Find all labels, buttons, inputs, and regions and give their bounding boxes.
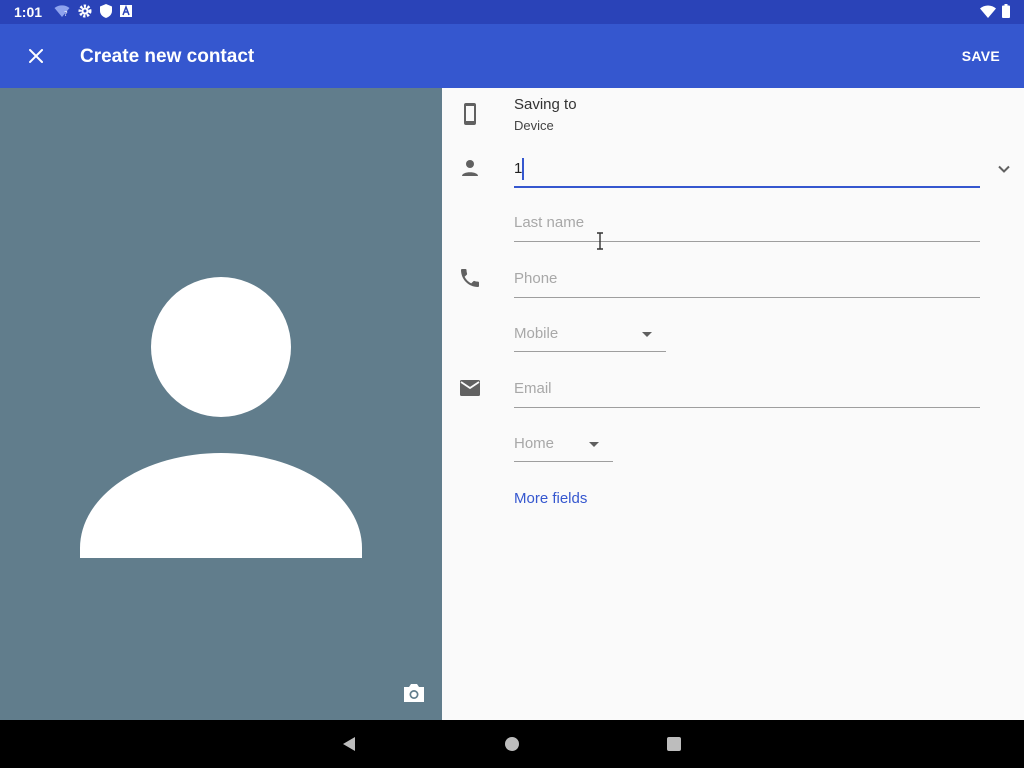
page-title: Create new contact [80, 46, 255, 67]
wifi-question-icon: ? [54, 5, 70, 18]
a-icon [120, 5, 132, 17]
first-name-field[interactable]: 1 [514, 158, 980, 188]
email-icon [460, 380, 480, 396]
status-icons-left: ? [54, 4, 132, 18]
status-time: 1:01 [14, 4, 43, 20]
close-icon [29, 49, 43, 63]
text-caret [522, 158, 524, 180]
status-bar: 1:01 ? [0, 0, 1024, 24]
dropdown-arrow-icon [642, 332, 652, 337]
last-name-placeholder: Last name [514, 214, 585, 231]
contact-photo-panel[interactable] [0, 88, 442, 720]
app-bar: Create new contact SAVE [0, 24, 1024, 88]
email-placeholder: Email [514, 380, 552, 397]
back-icon[interactable] [341, 736, 357, 752]
more-fields-button[interactable]: More fields [514, 490, 587, 507]
email-field[interactable]: Email [514, 378, 980, 408]
avatar-head [151, 277, 291, 417]
close-button[interactable] [20, 40, 52, 72]
phone-placeholder: Phone [514, 270, 558, 287]
chevron-down-icon[interactable] [996, 161, 1012, 177]
phone-device-icon [464, 103, 476, 125]
settings-icon [78, 4, 92, 18]
phone-field[interactable]: Phone [514, 268, 980, 298]
saving-to-account[interactable]: Device [514, 118, 554, 133]
camera-icon[interactable] [402, 682, 426, 704]
last-name-field[interactable]: Last name [514, 212, 980, 242]
email-type-label: Home [514, 435, 555, 452]
shield-icon [100, 4, 112, 18]
email-type-select[interactable]: Home [514, 432, 613, 462]
svg-text:?: ? [64, 10, 68, 18]
home-icon[interactable] [505, 737, 519, 751]
navigation-bar [0, 720, 1024, 768]
saving-to-label: Saving to [514, 96, 577, 113]
dropdown-arrow-icon [589, 442, 599, 447]
avatar-body [80, 453, 362, 558]
battery-icon [1002, 4, 1010, 18]
phone-icon [461, 269, 479, 287]
save-button[interactable]: SAVE [962, 48, 1000, 64]
status-icons-right [980, 4, 1010, 18]
wifi-icon [980, 4, 996, 18]
phone-type-label: Mobile [514, 325, 559, 342]
person-icon [462, 160, 478, 176]
text-select-cursor-icon [597, 232, 603, 250]
contact-form: Saving to Device 1 Last name Phone Mobil… [442, 88, 1024, 720]
recents-icon[interactable] [667, 737, 681, 751]
phone-type-select[interactable]: Mobile [514, 322, 666, 352]
